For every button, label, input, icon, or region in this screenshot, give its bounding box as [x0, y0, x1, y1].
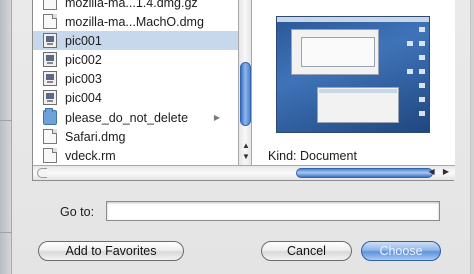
- document-icon: [43, 0, 57, 10]
- file-name: please_do_not_delete: [65, 110, 189, 125]
- list-item[interactable]: pic002: [33, 50, 238, 69]
- open-dialog-sheet: mozilla-ma...1.4.dmg.gz mozilla-ma...Mac…: [12, 0, 474, 274]
- window-edge-right: [470, 0, 474, 274]
- file-name: pic001: [65, 33, 102, 48]
- scroll-left-right-icon[interactable]: ◀ ▶: [428, 167, 452, 176]
- list-item[interactable]: Safari.dmg: [33, 127, 238, 146]
- goto-label: Go to:: [60, 205, 95, 219]
- list-item[interactable]: please_do_not_delete ▶: [33, 108, 238, 127]
- goto-input[interactable]: [106, 201, 440, 221]
- list-item[interactable]: vdeck.rm: [33, 146, 238, 165]
- document-icon: [43, 148, 57, 163]
- file-browser: mozilla-ma...1.4.dmg.gz mozilla-ma...Mac…: [32, 0, 455, 181]
- file-name: vdeck.rm: [65, 148, 116, 163]
- list-item[interactable]: pic004: [33, 88, 238, 107]
- list-item[interactable]: mozilla-ma...MachO.dmg: [33, 12, 238, 31]
- cancel-button[interactable]: Cancel: [261, 241, 352, 261]
- file-list-column[interactable]: mozilla-ma...1.4.dmg.gz mozilla-ma...Mac…: [33, 0, 238, 165]
- preview-thumbnail: [276, 16, 430, 133]
- folder-icon: [43, 108, 57, 125]
- picture-icon: [43, 71, 57, 86]
- horizontal-scrollbar[interactable]: ◀ ▶: [33, 165, 455, 180]
- disclosure-arrow-icon: ▶: [213, 113, 220, 122]
- vertical-scrollbar[interactable]: ▲ ▼: [238, 0, 252, 165]
- kind-label: Kind: Document: [268, 149, 357, 163]
- window-edge: [0, 0, 12, 274]
- document-icon: [43, 14, 57, 29]
- file-name: mozilla-ma...MachO.dmg: [65, 14, 204, 29]
- scroll-up-icon[interactable]: ▲: [242, 141, 250, 150]
- file-name: mozilla-ma...1.4.dmg.gz: [65, 0, 198, 10]
- scroll-down-icon[interactable]: ▼: [242, 152, 250, 161]
- add-to-favorites-button[interactable]: Add to Favorites: [38, 241, 184, 261]
- vertical-scroll-thumb[interactable]: [240, 62, 251, 126]
- preview-pane: Kind: Document: [252, 0, 455, 165]
- picture-icon: [43, 90, 57, 105]
- file-name: pic004: [65, 90, 102, 105]
- file-name: Safari.dmg: [65, 129, 126, 144]
- list-item[interactable]: mozilla-ma...1.4.dmg.gz: [33, 0, 238, 12]
- horizontal-scroll-thumb[interactable]: [296, 168, 433, 178]
- file-name: pic003: [65, 71, 102, 86]
- file-name: pic002: [65, 52, 102, 67]
- picture-icon: [43, 33, 57, 48]
- document-icon: [43, 129, 57, 144]
- list-item[interactable]: pic003: [33, 69, 238, 88]
- list-item-selected[interactable]: pic001: [33, 31, 238, 50]
- scroll-track-cap: [37, 168, 47, 178]
- picture-icon: [43, 52, 57, 67]
- choose-button[interactable]: Choose: [361, 241, 441, 261]
